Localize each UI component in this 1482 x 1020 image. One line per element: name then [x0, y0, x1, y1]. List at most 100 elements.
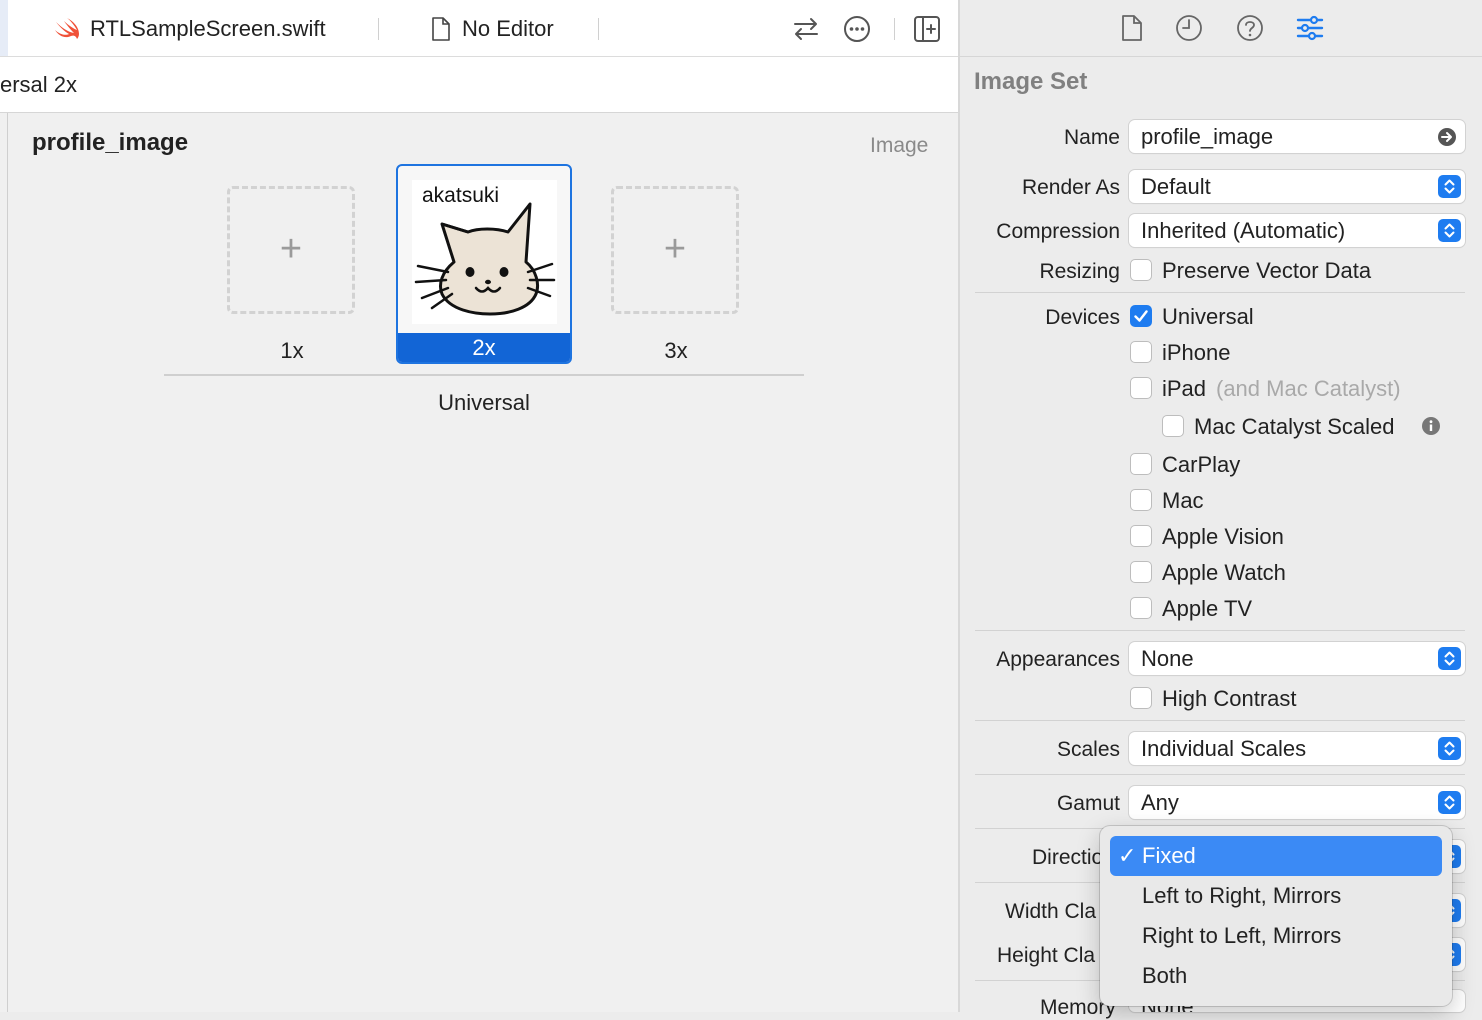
apple-vision-label: Apple Vision: [1162, 524, 1284, 549]
toolbar-separator: [894, 18, 895, 40]
asset-type-label: Image: [870, 134, 929, 157]
attributes-inspector-icon[interactable]: [1296, 14, 1324, 42]
high-contrast-label: High Contrast: [1162, 686, 1297, 711]
section-separator: [975, 774, 1465, 775]
go-arrow-icon[interactable]: [1437, 127, 1457, 147]
name-field[interactable]: profile_image: [1129, 120, 1465, 153]
menu-item-left-to-right[interactable]: Left to Right, Mirrors: [1110, 876, 1442, 916]
appearances-label: Appearances: [996, 648, 1120, 671]
iphone-label: iPhone: [1162, 340, 1231, 365]
menu-item-label: Left to Right, Mirrors: [1142, 883, 1342, 908]
plus-icon: +: [279, 228, 303, 270]
compression-popup[interactable]: Inherited (Automatic): [1129, 214, 1465, 247]
compression-value: Inherited (Automatic): [1141, 218, 1346, 243]
apple-watch-label: Apple Watch: [1162, 560, 1286, 585]
tab-no-editor[interactable]: No Editor: [462, 16, 554, 42]
section-separator: [975, 720, 1465, 721]
appearances-value: None: [1141, 646, 1194, 671]
apple-vision-checkbox[interactable]: [1130, 525, 1152, 547]
slot-3x-empty[interactable]: +: [611, 186, 739, 314]
width-class-label: Width Cla: [1005, 900, 1097, 923]
slot-2x-selected[interactable]: akatsuki 2x: [396, 164, 572, 364]
popup-stepper-icon: [1438, 791, 1461, 814]
editor-tab-bar: RTLSampleScreen.swift No Editor: [0, 0, 958, 57]
preserve-vector-label: Preserve Vector Data: [1162, 258, 1372, 283]
ipad-checkbox[interactable]: [1130, 377, 1152, 399]
document-icon: [431, 17, 451, 41]
menu-item-both[interactable]: Both: [1110, 956, 1442, 996]
mac-label: Mac: [1162, 488, 1204, 513]
menu-item-right-to-left[interactable]: Right to Left, Mirrors: [1110, 916, 1442, 956]
resizing-label: Resizing: [1039, 260, 1120, 283]
compression-label: Compression: [996, 220, 1120, 243]
slot-1x-empty[interactable]: +: [227, 186, 355, 314]
slot-1x-label: 1x: [280, 338, 304, 363]
file-inspector-icon[interactable]: [1118, 14, 1146, 42]
gamut-value: Any: [1141, 790, 1179, 815]
popup-stepper-icon: [1438, 647, 1461, 670]
appearances-popup[interactable]: None: [1129, 642, 1465, 675]
section-separator: [975, 292, 1465, 293]
slot-3x-label: 3x: [664, 338, 688, 363]
mac-checkbox[interactable]: [1130, 489, 1152, 511]
asset-canvas: profile_image Image + 1x akatsuki 2x + 3…: [0, 113, 958, 1012]
swift-icon: [54, 18, 80, 40]
menu-item-label: Fixed: [1142, 843, 1196, 868]
ipad-label: iPad: [1162, 376, 1207, 401]
plus-icon: +: [663, 228, 687, 270]
asset-name-title: profile_image: [32, 129, 189, 156]
menu-item-label: Both: [1142, 963, 1188, 988]
render-as-popup[interactable]: Default: [1129, 170, 1465, 203]
tab-bar-accent-strip: [0, 0, 8, 56]
help-icon[interactable]: [1236, 14, 1264, 42]
height-class-label: Height Cla: [997, 944, 1096, 967]
render-as-label: Render As: [1021, 176, 1120, 199]
history-icon[interactable]: [1175, 14, 1203, 42]
slot-2x-label: 2x: [398, 333, 570, 362]
more-icon[interactable]: [843, 15, 871, 43]
scales-label: Scales: [1056, 738, 1120, 761]
section-separator: [975, 630, 1465, 631]
tab-separator: [598, 18, 599, 40]
jump-bar: ersal 2x: [0, 57, 958, 113]
cat-image: akatsuki: [412, 180, 557, 324]
gamut-label: Gamut: [1056, 792, 1120, 815]
render-as-value: Default: [1141, 174, 1211, 199]
jump-bar-path[interactable]: ersal 2x: [0, 72, 77, 98]
direction-label: Directio: [1032, 846, 1104, 869]
carplay-label: CarPlay: [1162, 452, 1241, 477]
name-label: Name: [1063, 126, 1120, 149]
gamut-popup[interactable]: Any: [1129, 786, 1465, 819]
group-label: Universal: [438, 390, 530, 415]
menu-item-fixed[interactable]: ✓ Fixed: [1110, 836, 1442, 876]
preserve-vector-checkbox[interactable]: [1130, 259, 1152, 281]
popup-stepper-icon: [1438, 737, 1461, 760]
cat-face-drawing: [414, 202, 556, 316]
inspector-toolbar: [960, 0, 1482, 57]
apple-tv-label: Apple TV: [1162, 596, 1253, 621]
ipad-suffix: (and Mac Catalyst): [1216, 376, 1401, 401]
scales-popup[interactable]: Individual Scales: [1129, 732, 1465, 765]
mac-catalyst-scaled-label: Mac Catalyst Scaled: [1194, 414, 1395, 439]
universal-checkbox[interactable]: [1130, 305, 1152, 327]
direction-menu: ✓ Fixed Left to Right, Mirrors Right to …: [1100, 826, 1452, 1006]
tab-separator: [378, 18, 379, 40]
universal-label: Universal: [1162, 304, 1254, 329]
name-field-value: profile_image: [1141, 124, 1274, 149]
popup-stepper-icon: [1438, 219, 1461, 242]
carplay-checkbox[interactable]: [1130, 453, 1152, 475]
tab-swift-file[interactable]: RTLSampleScreen.swift: [90, 16, 326, 42]
info-icon[interactable]: [1421, 416, 1441, 436]
editor-area: RTLSampleScreen.swift No Editor ersal 2x…: [0, 0, 958, 1012]
checkmark-icon: ✓: [1118, 843, 1137, 868]
apple-watch-checkbox[interactable]: [1130, 561, 1152, 583]
canvas-divider: [7, 113, 8, 1012]
section-title: Image Set: [974, 68, 1088, 95]
add-editor-icon[interactable]: [913, 15, 941, 43]
swap-icon[interactable]: [792, 16, 820, 42]
scales-value: Individual Scales: [1141, 736, 1307, 761]
iphone-checkbox[interactable]: [1130, 341, 1152, 363]
high-contrast-checkbox[interactable]: [1130, 687, 1152, 709]
mac-catalyst-scaled-checkbox[interactable]: [1162, 415, 1184, 437]
apple-tv-checkbox[interactable]: [1130, 597, 1152, 619]
